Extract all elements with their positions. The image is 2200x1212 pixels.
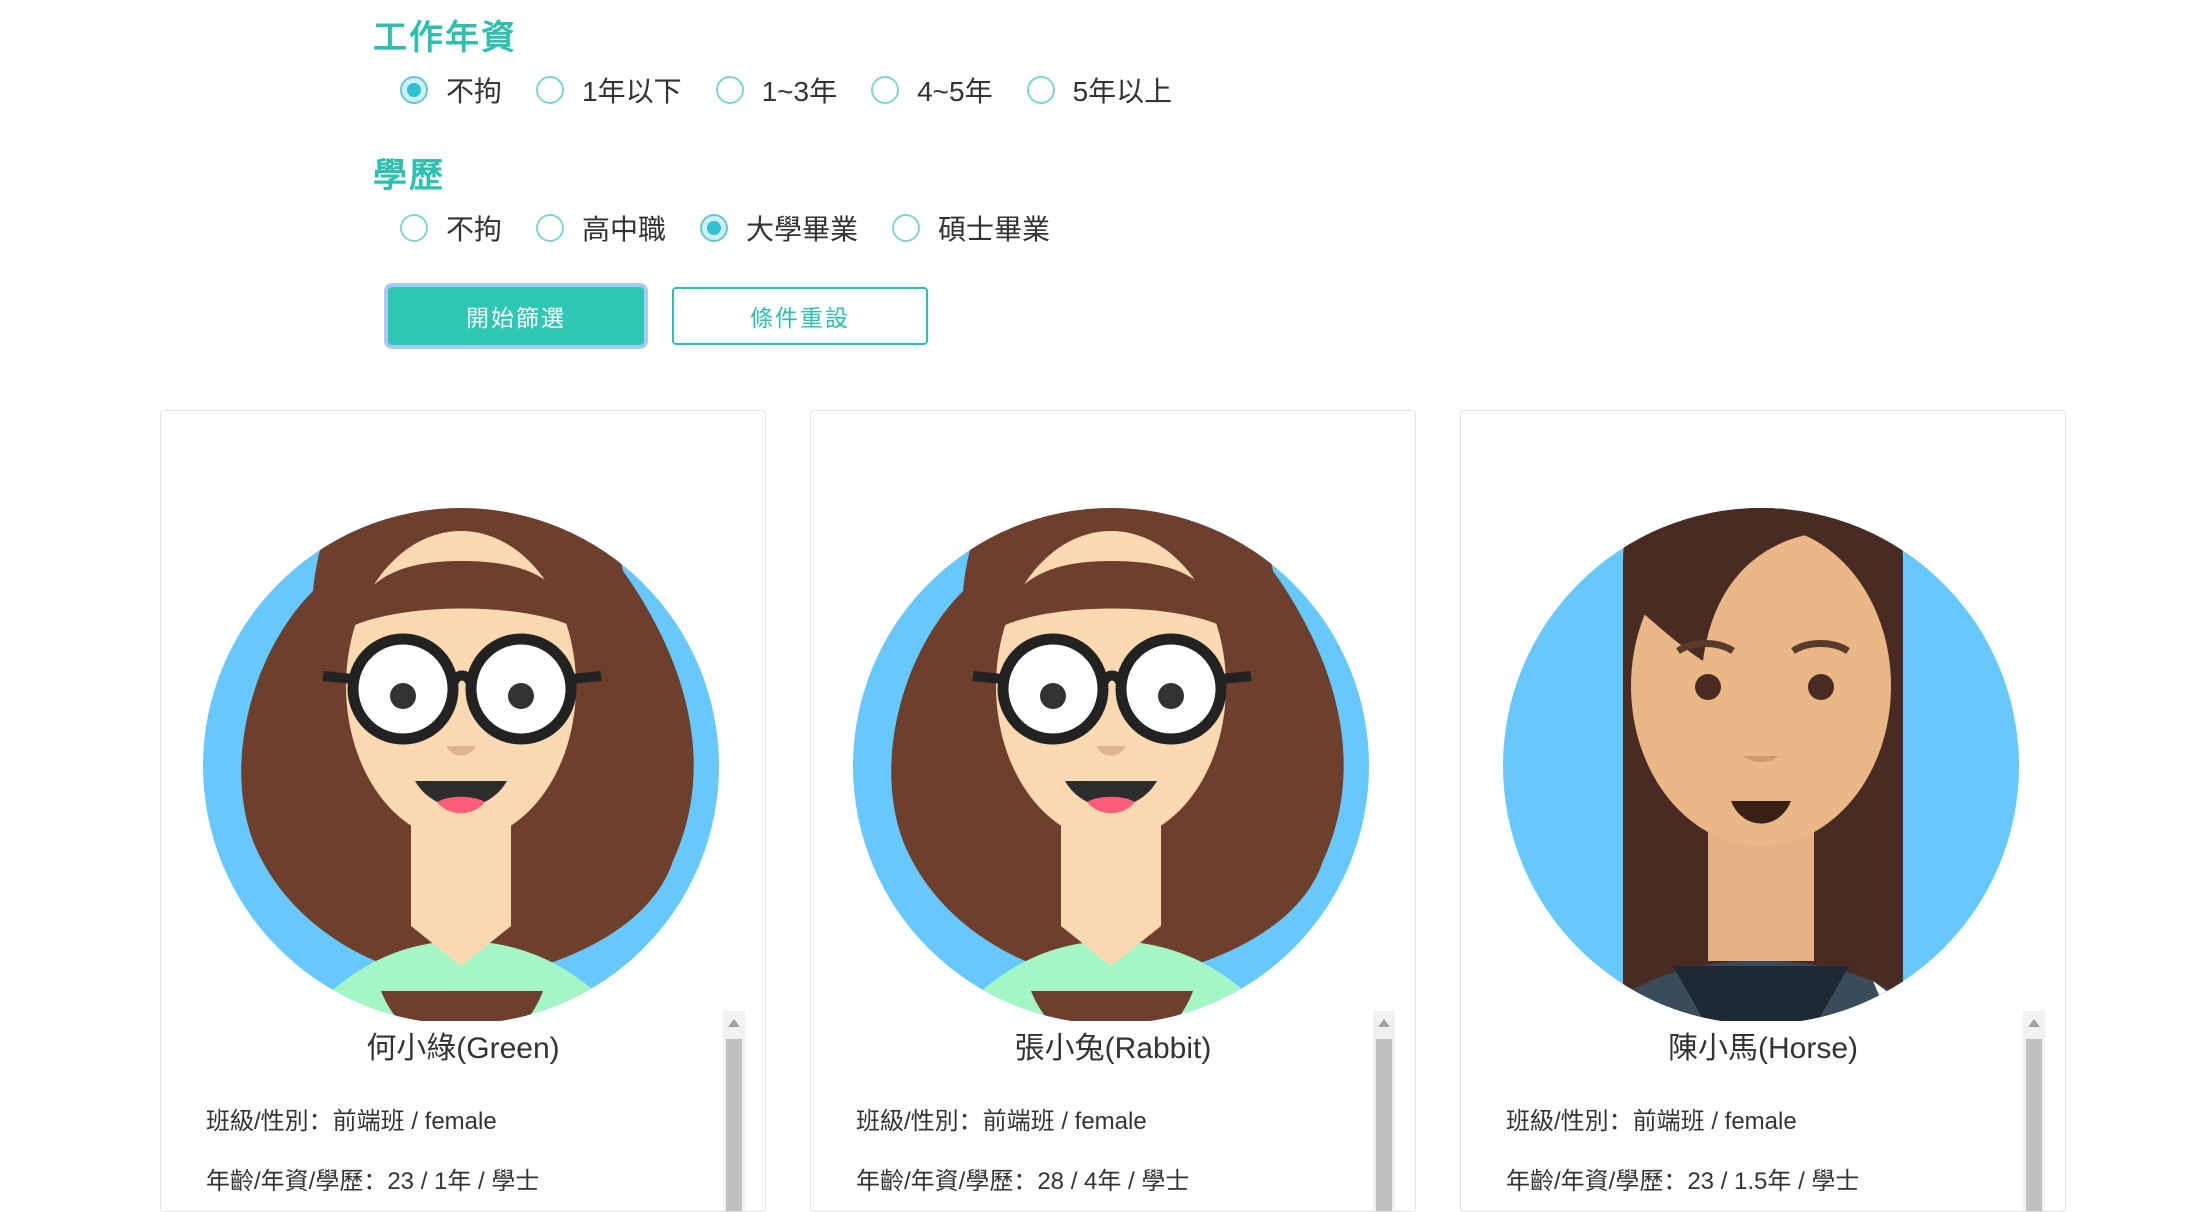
profile-card: 張小兔(Rabbit) 班級/性別：前端班 / female 年齡/年資/學歷：… bbox=[810, 410, 1416, 1212]
scroll-up-arrow-icon[interactable] bbox=[1378, 1019, 1390, 1027]
apply-filter-button[interactable]: 開始篩選 bbox=[388, 287, 644, 345]
profile-class-gender: 班級/性別：前端班 / female bbox=[1506, 1108, 1797, 1135]
education-option-high-school[interactable]: 高中職 bbox=[536, 208, 666, 248]
radio-button-icon[interactable] bbox=[400, 214, 428, 242]
radio-label: 不拘 bbox=[446, 76, 503, 107]
education-option-university[interactable]: 大學畢業 bbox=[700, 208, 858, 248]
scrollbar-thumb[interactable] bbox=[1376, 1039, 1392, 1211]
profile-age-experience-education: 年齡/年資/學歷：23 / 1年 / 學士 bbox=[206, 1168, 540, 1195]
experience-option-over-5y[interactable]: 5年以上 bbox=[1026, 70, 1173, 110]
profile-card: 陳小馬(Horse) 班級/性別：前端班 / female 年齡/年資/學歷：2… bbox=[1460, 410, 2066, 1212]
woman-long-hair-avatar bbox=[1501, 421, 2021, 1021]
radio-label: 5年以上 bbox=[1072, 76, 1173, 107]
education-radio-group: 不拘 高中職 大學畢業 碩士畢業 bbox=[400, 208, 1084, 248]
profile-age-experience-education: 年齡/年資/學歷：23 / 1.5年 / 學士 bbox=[1506, 1168, 1860, 1195]
profile-class-gender: 班級/性別：前端班 / female bbox=[856, 1108, 1147, 1135]
education-option-any[interactable]: 不拘 bbox=[400, 208, 502, 248]
experience-option-4-5y[interactable]: 4~5年 bbox=[871, 70, 993, 110]
radio-button-icon[interactable] bbox=[536, 214, 565, 242]
experience-option-any[interactable]: 不拘 bbox=[400, 70, 502, 110]
reset-filter-button[interactable]: 條件重設 bbox=[672, 287, 928, 345]
radio-button-icon[interactable] bbox=[700, 214, 729, 242]
radio-label: 1年以下 bbox=[582, 76, 682, 107]
profile-card: 何小綠(Green) 班級/性別：前端班 / female 年齡/年資/學歷：2… bbox=[160, 410, 766, 1212]
profile-age-experience-education: 年齡/年資/學歷：28 / 4年 / 學士 bbox=[856, 1168, 1190, 1195]
woman-glasses-curly-hair-avatar bbox=[851, 421, 1371, 1021]
radio-label: 碩士畢業 bbox=[938, 214, 1051, 245]
radio-button-icon[interactable] bbox=[1026, 76, 1055, 104]
card-scrollbar[interactable] bbox=[1373, 1011, 1395, 1211]
scroll-up-arrow-icon[interactable] bbox=[2028, 1019, 2040, 1027]
radio-button-icon[interactable] bbox=[715, 76, 744, 104]
profile-name: 張小兔(Rabbit) bbox=[1014, 1032, 1212, 1065]
education-option-masters[interactable]: 碩士畢業 bbox=[892, 208, 1050, 248]
scrollbar-thumb[interactable] bbox=[726, 1039, 742, 1211]
profile-class-gender: 班級/性別：前端班 / female bbox=[206, 1108, 497, 1135]
radio-button-icon[interactable] bbox=[536, 76, 565, 104]
radio-label: 大學畢業 bbox=[746, 214, 859, 245]
experience-radio-group: 不拘 1年以下 1~3年 4~5年 5年以上 bbox=[400, 70, 1206, 110]
profile-name: 陳小馬(Horse) bbox=[1667, 1032, 1858, 1065]
experience-option-1-3y[interactable]: 1~3年 bbox=[715, 70, 838, 110]
radio-button-icon[interactable] bbox=[892, 214, 921, 242]
card-scrollbar[interactable] bbox=[2023, 1011, 2045, 1211]
radio-button-icon[interactable] bbox=[871, 76, 900, 104]
education-filter-title: 學歷 bbox=[373, 157, 445, 195]
experience-option-under-1y[interactable]: 1年以下 bbox=[536, 70, 682, 110]
scrollbar-thumb[interactable] bbox=[2026, 1039, 2042, 1211]
radio-button-icon[interactable] bbox=[400, 76, 428, 104]
experience-filter-title: 工作年資 bbox=[373, 19, 517, 57]
radio-label: 不拘 bbox=[446, 214, 503, 245]
woman-glasses-curly-hair-avatar bbox=[201, 421, 721, 1021]
radio-label: 1~3年 bbox=[761, 76, 838, 107]
radio-label: 高中職 bbox=[582, 214, 667, 245]
profile-name: 何小綠(Green) bbox=[366, 1032, 560, 1065]
card-scrollbar[interactable] bbox=[723, 1011, 745, 1211]
radio-label: 4~5年 bbox=[917, 76, 993, 107]
scroll-up-arrow-icon[interactable] bbox=[728, 1019, 740, 1027]
